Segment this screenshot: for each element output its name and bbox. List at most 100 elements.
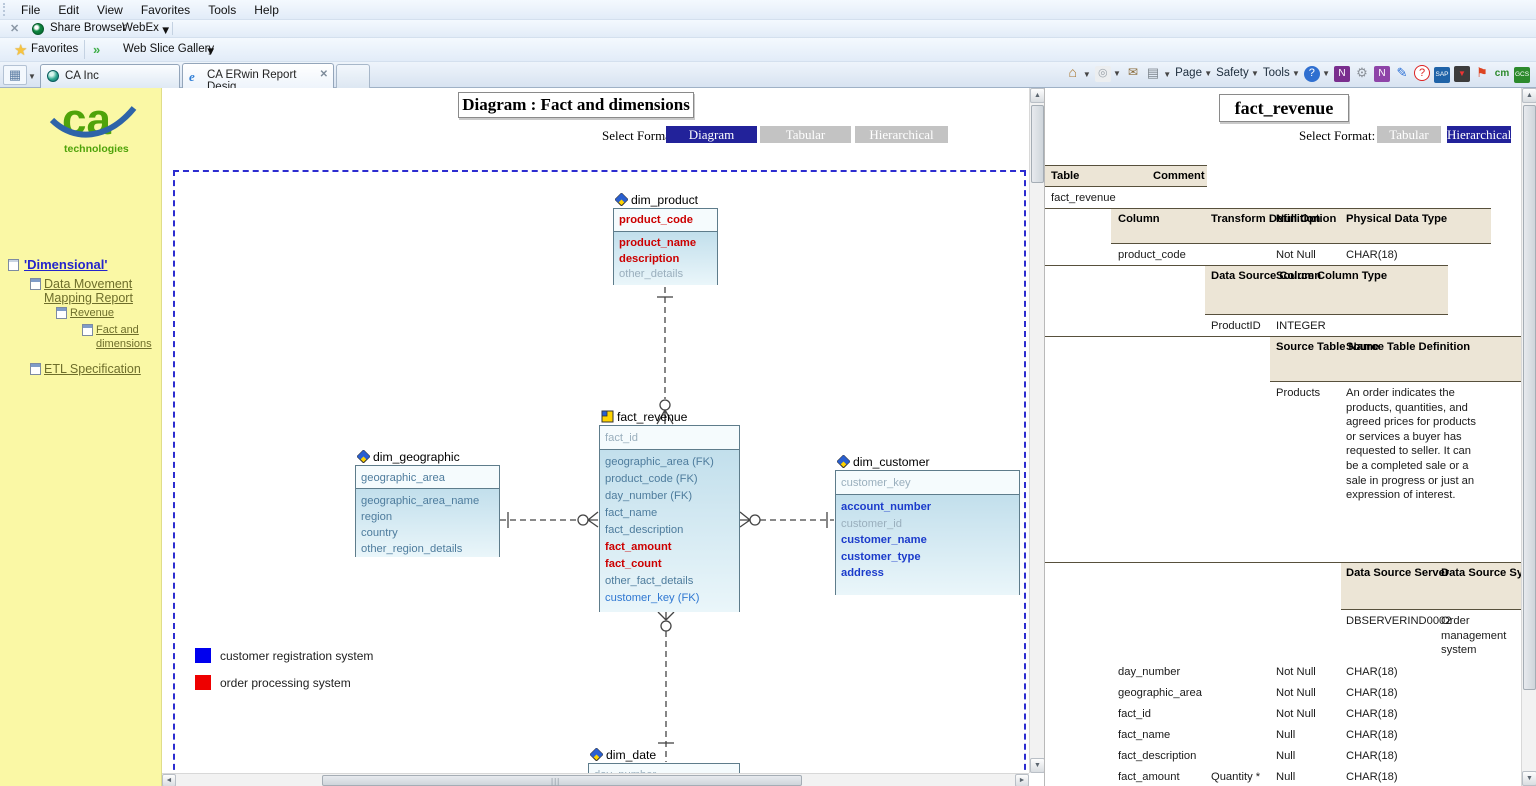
web-slice-gallery-button[interactable]: Web Slice Gallery bbox=[123, 43, 214, 55]
cell: Null bbox=[1276, 770, 1340, 785]
lync-pen-icon[interactable]: ✎ bbox=[1394, 65, 1410, 83]
format-button-hierarchical[interactable]: Hierarchical bbox=[855, 126, 948, 143]
web-slice-icon[interactable]: » bbox=[93, 42, 100, 57]
detail-vertical-scrollbar[interactable]: ▲ ▼ bbox=[1521, 88, 1536, 786]
table-row: day_numberNot NullCHAR(18) bbox=[1045, 661, 1521, 682]
dropdown-icon[interactable]: ▼ bbox=[1290, 69, 1300, 78]
new-tab-stub[interactable] bbox=[336, 64, 370, 88]
separator bbox=[172, 22, 173, 35]
table-row: DBSERVERIND0002Order management system bbox=[1045, 610, 1521, 661]
format-button-hierarchical[interactable]: Hierarchical bbox=[1447, 126, 1511, 143]
sap-icon[interactable]: SAP bbox=[1434, 65, 1450, 83]
menu-bar: FileEditViewFavoritesToolsHelp bbox=[0, 0, 1536, 20]
scroll-right-icon[interactable]: ► bbox=[1015, 774, 1029, 786]
menu-edit[interactable]: Edit bbox=[49, 0, 88, 20]
attribute: account_number bbox=[841, 499, 1014, 516]
page-menu-button[interactable]: Page ▼ bbox=[1175, 65, 1212, 83]
tools-menu-button[interactable]: Tools ▼ bbox=[1263, 65, 1300, 83]
scroll-up-icon[interactable]: ▲ bbox=[1030, 88, 1044, 103]
cell: CHAR(18) bbox=[1346, 770, 1438, 785]
settings-gear-icon[interactable]: ⚙ bbox=[1354, 65, 1370, 83]
format-button-tabular[interactable]: Tabular bbox=[1377, 126, 1441, 143]
sidebar-link-revenue[interactable]: Revenue bbox=[70, 306, 150, 320]
scroll-up-icon[interactable]: ▲ bbox=[1522, 88, 1536, 103]
scroll-down-icon[interactable]: ▼ bbox=[1030, 758, 1044, 773]
dropdown-icon[interactable]: ▼ bbox=[1320, 69, 1330, 78]
attribute: country bbox=[361, 525, 494, 541]
red-flag-icon[interactable]: ⚑ bbox=[1474, 65, 1490, 83]
send-to-onenote-icon[interactable]: N bbox=[1374, 65, 1390, 83]
sidebar-link-data-movement-mapping-report[interactable]: Data Movement Mapping Report bbox=[44, 277, 168, 305]
webex-menu[interactable]: WebEx bbox=[122, 22, 159, 34]
safety-menu-button[interactable]: Safety ▼ bbox=[1216, 65, 1259, 83]
quick-tabs-button[interactable]: ▦ bbox=[3, 65, 27, 85]
scroll-thumb[interactable] bbox=[1031, 105, 1044, 183]
menu-view[interactable]: View bbox=[88, 0, 132, 20]
menu-tools[interactable]: Tools bbox=[199, 0, 245, 20]
ca-orb-icon bbox=[47, 70, 59, 85]
favorites-button[interactable]: Favorites bbox=[31, 43, 78, 55]
entity-dim_customer: dim_customercustomer_keyaccount_numbercu… bbox=[835, 470, 1020, 595]
close-toolbar-icon[interactable]: ✕ bbox=[10, 22, 19, 35]
tab-close-icon[interactable]: ✕ bbox=[320, 69, 328, 80]
scroll-thumb[interactable]: ||| bbox=[322, 775, 802, 786]
menu-help[interactable]: Help bbox=[245, 0, 288, 20]
gcs-icon: GCS bbox=[1514, 67, 1530, 83]
dropdown-icon[interactable]: ▼ bbox=[1202, 69, 1212, 78]
dropdown-icon[interactable]: ▼ bbox=[1161, 70, 1171, 79]
dropdown-icon[interactable]: ▼ bbox=[1111, 69, 1121, 78]
ie-icon: e bbox=[189, 69, 195, 85]
scroll-down-icon[interactable]: ▼ bbox=[1522, 771, 1536, 786]
onenote-icon[interactable]: N bbox=[1334, 65, 1350, 83]
separator bbox=[84, 40, 85, 59]
non-key-attributes: account_numbercustomer_idcustomer_namecu… bbox=[836, 495, 1019, 595]
web-slice-dropdown-icon[interactable]: ▼ bbox=[205, 46, 216, 58]
help-icon[interactable]: ? ▼ bbox=[1304, 65, 1330, 83]
print-icon[interactable]: ▤ ▼ bbox=[1145, 65, 1171, 83]
tab-erwin-report-designer[interactable]: e CA ERwin Report Desig... ✕ bbox=[182, 63, 334, 88]
scroll-left-icon[interactable]: ◄ bbox=[162, 774, 176, 786]
entity-name-dim_date: dim_date bbox=[590, 748, 656, 762]
home-icon[interactable]: ⌂ ▼ bbox=[1065, 65, 1091, 83]
sidebar-link--dimensional-[interactable]: 'Dimensional' bbox=[24, 258, 154, 272]
sidebar-link-fact-and-dimensions[interactable]: Fact and dimensions bbox=[96, 323, 154, 351]
cell: Not Null bbox=[1276, 248, 1340, 263]
cell: An order indicates the products, quantit… bbox=[1346, 386, 1478, 503]
attribute: other_details bbox=[619, 267, 712, 283]
share-browser-button[interactable]: Share Browser bbox=[50, 22, 126, 34]
entity-dim_product: dim_productproduct_codeproduct_namedescr… bbox=[613, 208, 718, 285]
diagram-title: Diagram : Fact and dimensions bbox=[458, 92, 694, 118]
map-pin-icon[interactable]: ▼ bbox=[1454, 65, 1470, 83]
attribute: other_fact_details bbox=[605, 573, 734, 590]
feeds-icon[interactable]: ◎ ▼ bbox=[1095, 65, 1121, 83]
attribute: customer_type bbox=[841, 549, 1014, 566]
tab-bar: ▦ ▼ CA Inc e CA ERwin Report Desig... ✕ … bbox=[0, 62, 1536, 88]
attribute: customer_key (FK) bbox=[605, 590, 734, 607]
format-button-tabular[interactable]: Tabular bbox=[760, 126, 851, 143]
format-button-diagram[interactable]: Diagram bbox=[666, 126, 757, 143]
entity-name-dim_customer: dim_customer bbox=[837, 455, 930, 469]
sidebar-link-etl-specification[interactable]: ETL Specification bbox=[44, 362, 164, 376]
gcs-icon[interactable]: GCS bbox=[1514, 65, 1530, 83]
read-mail-icon[interactable]: ✉ bbox=[1125, 65, 1141, 83]
diagram-horizontal-scrollbar[interactable]: ◄ ||| ► bbox=[162, 773, 1029, 786]
menu-favorites[interactable]: Favorites bbox=[132, 0, 199, 20]
cell: fact_name bbox=[1118, 728, 1206, 743]
quick-tabs-dropdown-icon[interactable]: ▼ bbox=[28, 72, 36, 81]
dropdown-icon[interactable]: ▼ bbox=[1081, 70, 1091, 79]
attribute: description bbox=[619, 252, 712, 268]
webex-dropdown-icon[interactable]: ▼ bbox=[160, 25, 171, 37]
attribute: product_code bbox=[619, 213, 712, 229]
help-red-icon[interactable]: ? bbox=[1414, 65, 1430, 83]
menu-file[interactable]: File bbox=[12, 0, 49, 20]
dropdown-icon[interactable]: ▼ bbox=[1249, 69, 1259, 78]
attribute: customer_id bbox=[841, 516, 1014, 533]
diagram-vertical-scrollbar[interactable]: ▲ ▼ bbox=[1029, 88, 1044, 773]
table-row: product_codeNot NullCHAR(18) bbox=[1045, 244, 1521, 265]
scroll-thumb[interactable] bbox=[1523, 105, 1536, 690]
cell: product_code bbox=[1118, 248, 1206, 263]
cm-icon[interactable]: cm bbox=[1494, 65, 1510, 83]
favorites-star-icon[interactable]: ★ bbox=[14, 41, 27, 59]
attribute: customer_name bbox=[841, 532, 1014, 549]
tab-ca-inc[interactable]: CA Inc bbox=[40, 64, 180, 88]
